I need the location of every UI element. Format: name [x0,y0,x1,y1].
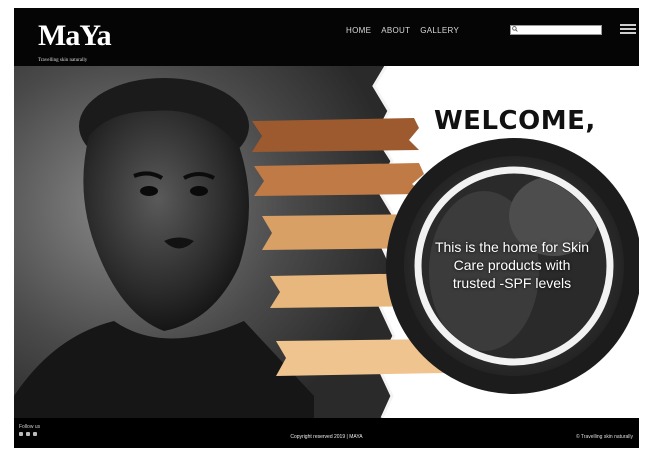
footer-right-text: © Travelling skin naturally [575,434,633,440]
site-header: MaYa Travelling skin naturally HOME ABOU… [14,8,639,66]
nav-about[interactable]: ABOUT [381,26,410,35]
page-frame: MaYa Travelling skin naturally HOME ABOU… [14,8,639,448]
logo[interactable]: MaYa Travelling skin naturally [24,14,134,64]
follow-label: Follow us [19,424,41,430]
welcome-heading: WELCOME, [434,106,596,136]
logo-text: MaYa [38,19,112,52]
search-icon[interactable] [512,26,518,32]
hero-section: WELCOME, This is the home for Skin Care … [14,66,639,418]
search-box[interactable] [510,25,602,35]
hamburger-menu-icon[interactable] [620,22,636,36]
nav-home[interactable]: HOME [346,26,371,35]
nav-gallery[interactable]: GALLERY [420,26,459,35]
logo-tagline: Travelling skin naturally [38,58,88,63]
site-footer: Follow us Copyright reserved 2019 | MAYA… [14,418,639,448]
search-input[interactable] [520,26,600,34]
hero-tagline: This is the home for Skin Care products … [434,239,590,291]
main-nav: HOME ABOUT GALLERY [346,26,459,35]
copyright-text: Copyright reserved 2019 | MAYA [290,434,363,440]
